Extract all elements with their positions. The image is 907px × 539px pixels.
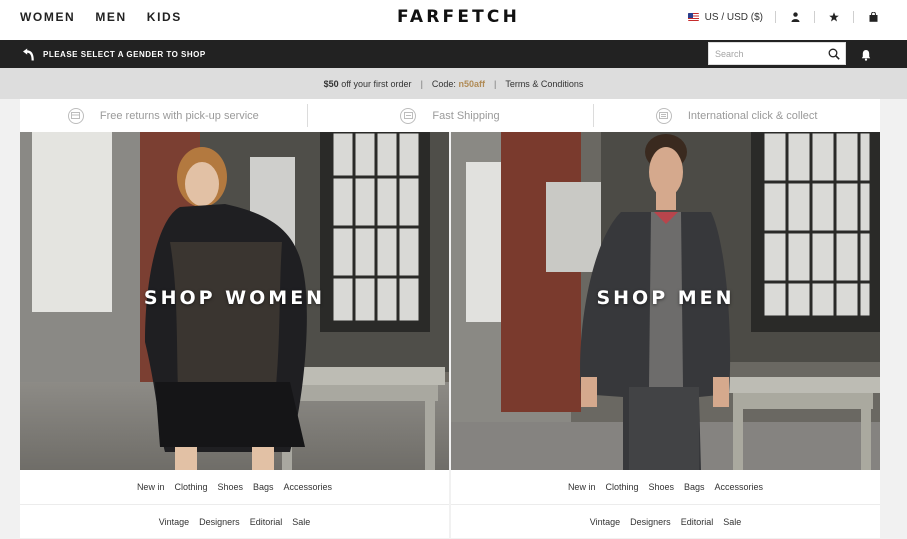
men-link-editorial[interactable]: Editorial — [681, 517, 714, 527]
men-links-row-1: New in Clothing Shoes Bags Accessories — [451, 470, 880, 504]
gender-select-bar: PLEASE SELECT A GENDER TO SHOP — [0, 40, 907, 68]
gender-select-message: PLEASE SELECT A GENDER TO SHOP — [22, 48, 206, 61]
women-link-designers[interactable]: Designers — [199, 517, 240, 527]
promo-divider: | — [420, 78, 423, 89]
benefit-shipping-label: Fast Shipping — [432, 109, 500, 122]
promo-text: off your first order — [341, 78, 412, 89]
arrow-icon — [23, 48, 34, 61]
men-panel: SHOP MEN New in Clothing Shoes Bags Acce… — [451, 132, 880, 538]
benefit-collect[interactable]: International click & collect — [593, 99, 880, 132]
women-link-clothing[interactable]: Clothing — [174, 482, 207, 492]
divider — [814, 11, 815, 23]
returns-icon — [67, 107, 84, 124]
gender-nav: WOMEN MEN KIDS — [20, 10, 182, 24]
men-link-sale[interactable]: Sale — [723, 517, 741, 527]
women-link-shoes[interactable]: Shoes — [217, 482, 243, 492]
utility-nav: US / USD ($) — [687, 9, 880, 25]
divider — [853, 11, 854, 23]
women-link-bags[interactable]: Bags — [253, 482, 274, 492]
collect-icon — [655, 107, 672, 124]
men-link-bags[interactable]: Bags — [684, 482, 705, 492]
benefit-returns[interactable]: Free returns with pick-up service — [20, 99, 307, 132]
promo-code: n50aff — [458, 78, 485, 89]
women-panel: SHOP WOMEN New in Clothing Shoes Bags Ac… — [20, 132, 449, 538]
locale-selector[interactable]: US / USD ($) — [687, 11, 763, 23]
men-link-clothing[interactable]: Clothing — [605, 482, 638, 492]
men-hero-image[interactable]: SHOP MEN — [451, 132, 880, 470]
locale-label: US / USD ($) — [704, 11, 763, 23]
user-icon[interactable] — [788, 10, 802, 24]
women-link-vintage[interactable]: Vintage — [159, 517, 189, 527]
promo-banner: $50 off your first order | Code: n50aff … — [0, 68, 907, 99]
search-box — [708, 42, 846, 65]
search-input[interactable] — [709, 43, 819, 64]
men-links-row-2: Vintage Designers Editorial Sale — [451, 504, 880, 538]
shop-men-title[interactable]: SHOP MEN — [451, 287, 880, 309]
men-link-vintage[interactable]: Vintage — [590, 517, 620, 527]
nav-women-link[interactable]: WOMEN — [20, 10, 75, 24]
benefit-returns-label: Free returns with pick-up service — [99, 109, 259, 122]
women-link-sale[interactable]: Sale — [292, 517, 310, 527]
top-header: WOMEN MEN KIDS FARFETCH US / USD ($) — [0, 0, 907, 40]
men-link-shoes[interactable]: Shoes — [648, 482, 674, 492]
nav-kids-link[interactable]: KIDS — [147, 10, 182, 24]
bag-icon[interactable] — [866, 10, 880, 24]
men-link-designers[interactable]: Designers — [630, 517, 671, 527]
divider — [775, 11, 776, 23]
star-icon[interactable] — [827, 10, 841, 24]
terms-link[interactable]: Terms & Conditions — [505, 79, 583, 89]
men-link-new-in[interactable]: New in — [568, 482, 596, 492]
promo-code-label: Code: — [431, 78, 456, 89]
promo-amount: $50 — [323, 78, 339, 89]
women-link-new-in[interactable]: New in — [137, 482, 165, 492]
us-flag-icon — [687, 13, 699, 21]
benefit-collect-label: International click & collect — [687, 109, 818, 122]
benefit-shipping[interactable]: Fast Shipping — [306, 99, 594, 132]
bell-icon[interactable] — [861, 49, 871, 61]
women-links-row-2: Vintage Designers Editorial Sale — [20, 504, 449, 538]
women-link-accessories[interactable]: Accessories — [284, 482, 333, 492]
promo-divider: | — [493, 78, 497, 89]
women-hero-image[interactable]: SHOP WOMEN — [20, 132, 449, 470]
nav-men-link[interactable]: MEN — [95, 10, 126, 24]
shipping-icon — [400, 107, 417, 124]
shop-women-title[interactable]: SHOP WOMEN — [20, 287, 449, 309]
men-link-accessories[interactable]: Accessories — [715, 482, 764, 492]
benefits-row: Free returns with pick-up service Fast S… — [20, 99, 880, 132]
farfetch-logo[interactable]: FARFETCH — [397, 7, 520, 27]
search-icon[interactable] — [828, 48, 840, 60]
bar-message-text: PLEASE SELECT A GENDER TO SHOP — [43, 50, 206, 59]
women-links-row-1: New in Clothing Shoes Bags Accessories — [20, 470, 449, 504]
women-link-editorial[interactable]: Editorial — [250, 517, 283, 527]
